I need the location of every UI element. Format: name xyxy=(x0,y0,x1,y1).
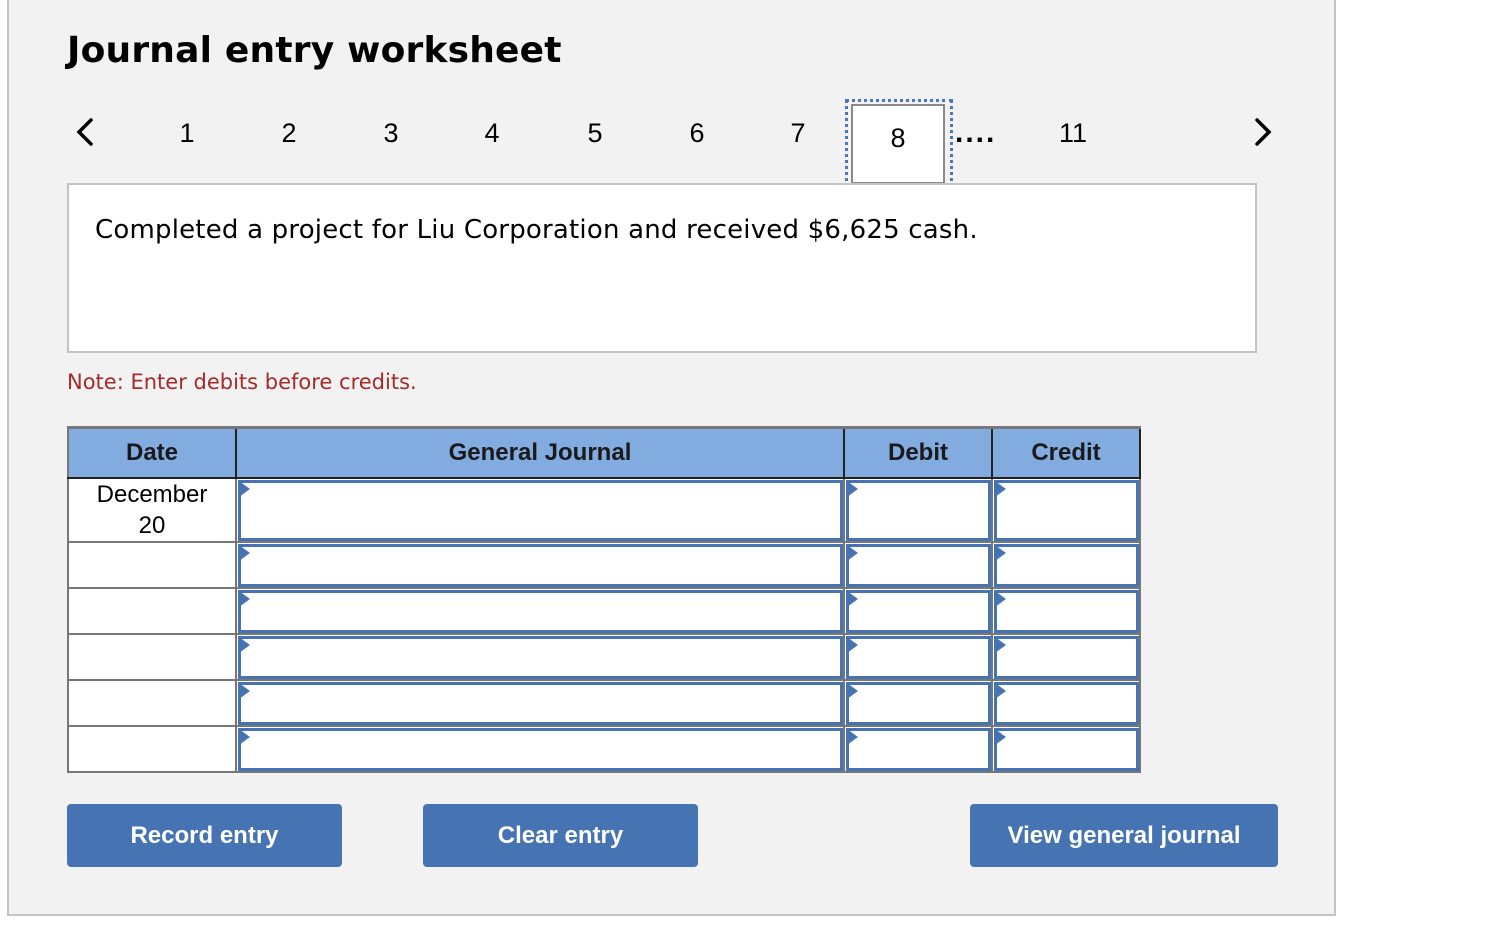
credit-input[interactable] xyxy=(994,590,1139,633)
date-cell xyxy=(67,587,237,635)
credit-cell xyxy=(991,587,1141,635)
input-marker-icon xyxy=(995,481,1006,497)
dropdown-marker-icon xyxy=(239,729,250,745)
input-marker-icon xyxy=(847,683,858,699)
input-marker-icon xyxy=(847,545,858,561)
page-7[interactable]: 7 xyxy=(778,118,818,149)
table-row xyxy=(67,679,1141,727)
page-2[interactable]: 2 xyxy=(269,118,309,149)
input-marker-icon xyxy=(995,545,1006,561)
debit-input[interactable] xyxy=(846,728,991,771)
account-input[interactable] xyxy=(238,544,843,587)
debit-cell xyxy=(843,679,993,727)
debit-input[interactable] xyxy=(846,636,991,679)
dropdown-marker-icon xyxy=(239,591,250,607)
date-cell: December 20 xyxy=(67,477,237,543)
worksheet-panel: Journal entry worksheet 1 2 3 4 5 6 7 8 … xyxy=(7,0,1336,916)
date-cell xyxy=(67,633,237,681)
credit-cell xyxy=(991,541,1141,589)
account-input[interactable] xyxy=(238,590,843,633)
journal-table: Date General Journal Debit Credit Decemb… xyxy=(67,426,1141,773)
table-row: December 20 xyxy=(67,477,1141,543)
debit-input[interactable] xyxy=(846,544,991,587)
header-debit: Debit xyxy=(843,426,993,479)
next-entry-button[interactable] xyxy=(1247,114,1277,150)
record-entry-button[interactable]: Record entry xyxy=(67,804,342,867)
input-marker-icon xyxy=(847,481,858,497)
page-1[interactable]: 1 xyxy=(167,118,207,149)
entry-pagination: 1 2 3 4 5 6 7 8 .... 11 xyxy=(9,99,1334,190)
page-6[interactable]: 6 xyxy=(677,118,717,149)
transaction-description-box: Completed a project for Liu Corporation … xyxy=(67,183,1257,353)
header-general-journal: General Journal xyxy=(235,426,845,479)
date-day: 20 xyxy=(138,512,166,539)
chevron-right-icon xyxy=(1255,118,1272,146)
date-cell xyxy=(67,679,237,727)
debit-cell xyxy=(843,587,993,635)
pagination-ellipsis: .... xyxy=(955,116,997,149)
credit-input[interactable] xyxy=(994,728,1139,771)
table-row xyxy=(67,725,1141,773)
account-input[interactable] xyxy=(238,682,843,725)
page-4[interactable]: 4 xyxy=(472,118,512,149)
active-page-label: 8 xyxy=(851,104,945,184)
page-8-active[interactable]: 8 xyxy=(845,99,953,189)
clear-entry-button[interactable]: Clear entry xyxy=(423,804,698,867)
prev-entry-button[interactable] xyxy=(71,114,101,150)
header-date: Date xyxy=(67,426,237,479)
account-cell xyxy=(235,587,845,635)
debit-input[interactable] xyxy=(846,682,991,725)
debit-cell xyxy=(843,725,993,773)
credit-cell xyxy=(991,679,1141,727)
date-cell xyxy=(67,725,237,773)
page-5[interactable]: 5 xyxy=(575,118,615,149)
debit-cell xyxy=(843,541,993,589)
debit-input[interactable] xyxy=(846,590,991,633)
credit-input[interactable] xyxy=(994,480,1139,541)
view-general-journal-button[interactable]: View general journal xyxy=(970,804,1278,867)
chevron-left-icon xyxy=(76,118,93,146)
input-marker-icon xyxy=(847,637,858,653)
table-row xyxy=(67,541,1141,589)
header-credit: Credit xyxy=(991,426,1141,479)
credit-input[interactable] xyxy=(994,682,1139,725)
account-input[interactable] xyxy=(238,636,843,679)
debit-cell xyxy=(843,477,993,543)
credit-cell xyxy=(991,725,1141,773)
dropdown-marker-icon xyxy=(239,545,250,561)
account-cell xyxy=(235,725,845,773)
credit-input[interactable] xyxy=(994,636,1139,679)
page-3[interactable]: 3 xyxy=(371,118,411,149)
credit-cell xyxy=(991,477,1141,543)
input-marker-icon xyxy=(847,591,858,607)
input-marker-icon xyxy=(995,683,1006,699)
account-cell xyxy=(235,633,845,681)
page-11[interactable]: 11 xyxy=(1053,118,1093,149)
account-cell xyxy=(235,541,845,589)
debit-input[interactable] xyxy=(846,480,991,541)
account-input[interactable] xyxy=(238,728,843,771)
account-cell xyxy=(235,679,845,727)
credit-input[interactable] xyxy=(994,544,1139,587)
dropdown-marker-icon xyxy=(239,637,250,653)
input-marker-icon xyxy=(995,591,1006,607)
account-input[interactable] xyxy=(238,480,843,541)
account-cell xyxy=(235,477,845,543)
table-row xyxy=(67,587,1141,635)
transaction-description: Completed a project for Liu Corporation … xyxy=(95,215,978,245)
table-header-row: Date General Journal Debit Credit xyxy=(67,426,1141,479)
page-title: Journal entry worksheet xyxy=(67,30,562,71)
input-marker-icon xyxy=(995,637,1006,653)
credit-cell xyxy=(991,633,1141,681)
input-marker-icon xyxy=(995,729,1006,745)
table-row xyxy=(67,633,1141,681)
date-month: December xyxy=(96,481,208,508)
debit-cell xyxy=(843,633,993,681)
entry-note: Note: Enter debits before credits. xyxy=(67,370,417,394)
input-marker-icon xyxy=(847,729,858,745)
dropdown-marker-icon xyxy=(239,683,250,699)
date-cell xyxy=(67,541,237,589)
dropdown-marker-icon xyxy=(239,481,250,497)
